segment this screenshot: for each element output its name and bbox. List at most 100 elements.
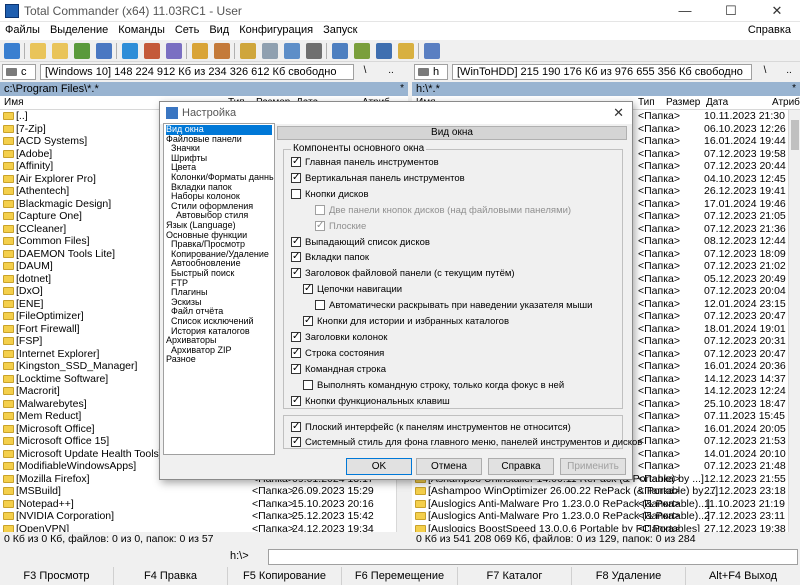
cancel-button[interactable]: Отмена [416,458,482,475]
checkbox-box[interactable] [291,155,301,168]
checkbox-box[interactable] [291,330,301,343]
right-drive-select[interactable]: h [414,64,448,80]
f4-edit-button[interactable]: F4 Правка [114,567,228,585]
left-up-button[interactable]: .. [384,64,398,80]
checkbox-box[interactable] [291,235,301,248]
file-name: [Capture One] [16,210,82,222]
f6-move-button[interactable]: F6 Перемещение [342,567,458,585]
col-type[interactable]: Тип [638,96,655,110]
checkbox-box[interactable] [291,188,301,199]
help-book-icon[interactable] [424,43,440,59]
alt-f4-exit-button[interactable]: Alt+F4 Выход [686,567,800,585]
close-button[interactable]: ✕ [754,0,800,22]
file-row[interactable]: [Auslogics BoostSpeed 13.0.0.6 Portable … [412,523,788,532]
left-root-button[interactable]: \ [358,64,372,80]
command-input[interactable] [268,549,798,565]
checkbox-box[interactable] [303,379,313,390]
folder-icon [3,249,14,258]
unpack-icon[interactable] [214,43,230,59]
file-type: <Папка> [638,335,680,347]
pack-icon[interactable] [192,43,208,59]
checkbox-box[interactable] [291,171,301,184]
tree-item[interactable]: Разное [166,355,196,365]
file-row[interactable]: [Notepad++] <Папка> 15.10.2023 20:16 [0,498,396,511]
ftp-connect-icon[interactable] [240,43,256,59]
refresh-icon[interactable] [4,43,20,59]
menu-help[interactable]: Справка [743,22,796,38]
menu-commands[interactable]: Команды [113,22,170,38]
right-drive-info: [WinToHDD] 215 190 176 Кб из 976 655 356… [452,64,752,80]
ok-button[interactable]: OK [346,458,412,475]
checkbox-box[interactable] [315,219,325,232]
dialog-close-button[interactable]: ✕ [613,105,624,121]
file-type: <Папка> [638,422,680,435]
checkbox-box[interactable] [303,314,313,327]
menu-start[interactable]: Запуск [318,22,362,38]
checkbox-box[interactable] [291,346,301,359]
file-date: 07.12.2023 20:31 [704,335,786,347]
checkbox-box[interactable] [315,204,325,215]
menu-configuration[interactable]: Конфигурация [234,22,318,38]
col-name[interactable]: Имя [4,96,23,110]
tree-icon[interactable] [96,43,112,59]
select-icon[interactable] [144,43,160,59]
left-drive-select[interactable]: c [2,64,36,80]
ftp-disconnect-icon[interactable] [262,43,278,59]
full-view-icon[interactable] [52,43,68,59]
rename-icon[interactable] [354,43,370,59]
minimize-button[interactable]: — [662,0,708,22]
menu-files[interactable]: Файлы [0,22,45,38]
checkbox-box[interactable] [315,300,325,311]
f3-view-button[interactable]: F3 Просмотр [0,567,114,585]
file-row[interactable]: [Auslogics Anti-Malware Pro 1.23.0.0 ReP… [412,510,788,523]
unselect-icon[interactable] [166,43,182,59]
checkbox-box[interactable] [291,435,301,448]
right-up-button[interactable]: .. [782,64,796,80]
maximize-button[interactable]: ☐ [708,0,754,22]
invert-selection-icon[interactable] [122,43,138,59]
checkbox-box[interactable] [291,250,301,263]
compare-files-icon[interactable] [376,43,392,59]
left-path-bar[interactable]: c:\Program Files\*.* * [0,82,408,96]
scrollbar-thumb[interactable] [791,120,799,150]
file-type: <Папка> [638,485,680,497]
file-name: [Kingston_SSD_Manager] [16,360,138,372]
menu-view[interactable]: Вид [204,22,234,38]
brief-view-icon[interactable] [30,43,46,59]
checkbox-label: Плоский интерфейс (к панелям инструменто… [305,422,571,433]
file-type: <Папка> [638,297,680,310]
col-date[interactable]: Дата [706,96,728,110]
f5-copy-button[interactable]: F5 Копирование [228,567,342,585]
file-row[interactable]: [Auslogics Anti-Malware Pro 1.23.0.0 ReP… [412,498,788,511]
thumbnails-icon[interactable] [74,43,90,59]
folder-icon [3,137,14,145]
col-attr[interactable]: Атриб [772,96,800,110]
left-history-button[interactable]: * [400,82,404,96]
compare-icon[interactable] [284,43,300,59]
file-date: 25.12.2023 15:42 [292,510,374,522]
f7-mkdir-button[interactable]: F7 Каталог [458,567,572,585]
right-root-button[interactable]: \ [758,64,772,80]
file-row[interactable]: [Ashampoo WinOptimizer 26.00.22 RePack (… [412,485,788,498]
checkbox-box[interactable] [291,266,301,279]
checkbox-box[interactable] [291,362,301,375]
file-type: <Папка> [638,197,680,210]
right-history-button[interactable]: * [792,82,796,96]
checkbox-box[interactable] [291,394,301,407]
sync-icon[interactable] [306,43,322,59]
right-path-bar[interactable]: h:\*.* * [412,82,800,96]
menu-selection[interactable]: Выделение [45,22,113,38]
notepad-icon[interactable] [398,43,414,59]
apply-button[interactable]: Применить [560,458,626,475]
file-row[interactable]: [MSBuild] <Папка> 26.09.2023 15:29 [0,485,396,498]
col-size[interactable]: Размер [666,96,700,110]
checkbox-box[interactable] [303,282,313,295]
checkbox-box[interactable] [291,420,301,433]
menu-network[interactable]: Сеть [170,22,204,38]
f8-delete-button[interactable]: F8 Удаление [572,567,686,585]
file-row[interactable]: [OpenVPN] <Папка> 24.12.2023 19:34 [0,523,396,532]
file-row[interactable]: [NVIDIA Corporation] <Папка> 25.12.2023 15… [0,510,396,523]
search-icon[interactable] [332,43,348,59]
right-scrollbar[interactable] [788,110,800,532]
help-button[interactable]: Справка [488,458,554,475]
